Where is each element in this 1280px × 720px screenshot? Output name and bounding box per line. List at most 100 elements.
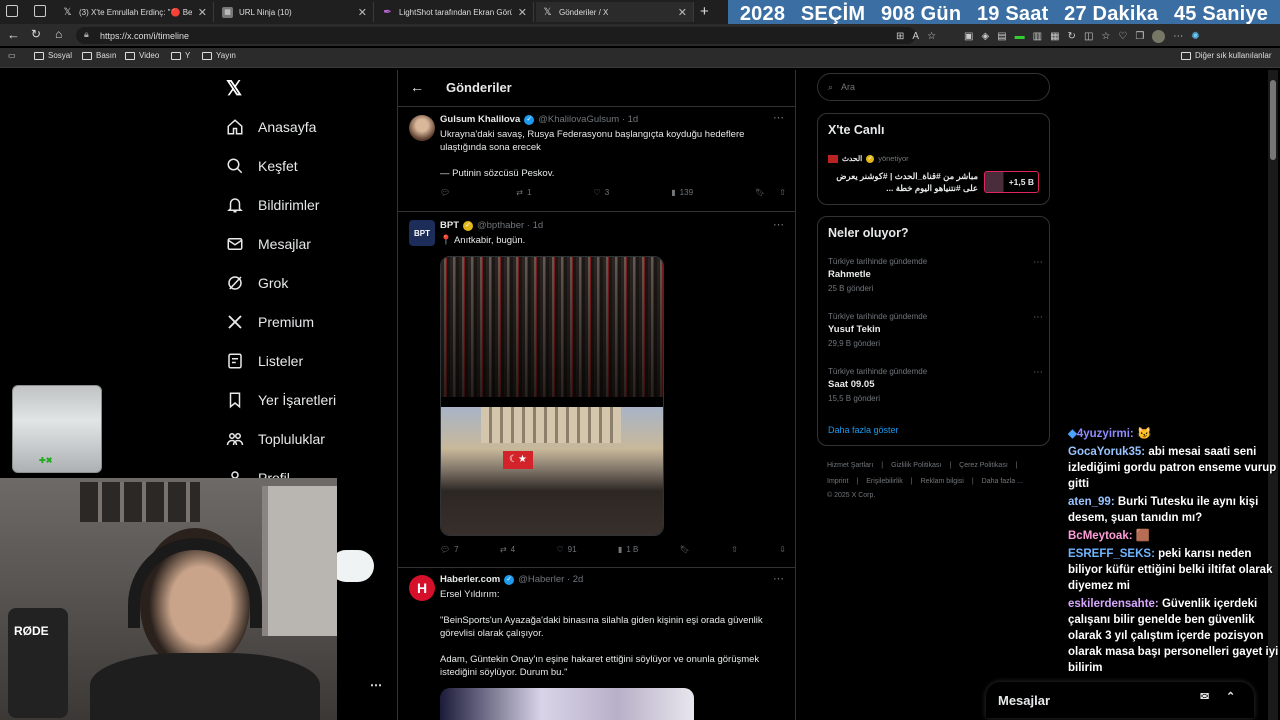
extension-icon[interactable]: ▣	[964, 31, 973, 42]
new-message-icon[interactable]: ✉	[1200, 690, 1209, 703]
close-icon[interactable]: ✕	[198, 6, 207, 19]
workspaces-icon[interactable]	[6, 5, 18, 17]
nav-explore[interactable]: Keşfet	[226, 155, 298, 177]
trend-item[interactable]: Türkiye tarihinde gündemde Yusuf Tekin 2…	[828, 312, 1043, 348]
nav-notifications[interactable]: Bildirimler	[226, 194, 319, 216]
trend-item[interactable]: Türkiye tarihinde gündemde Saat 09.05 15…	[828, 367, 1043, 403]
share-button[interactable]: ⇧	[731, 545, 738, 554]
more-icon[interactable]: ⋯	[1033, 367, 1043, 378]
nav-grok[interactable]: Grok	[226, 272, 288, 294]
copilot-icon[interactable]: ✺	[1191, 31, 1199, 42]
favorites-icon[interactable]: ☆	[1101, 31, 1110, 42]
tweet-photo[interactable]: ☾★	[440, 256, 664, 536]
performance-icon[interactable]: ♡	[1118, 31, 1127, 42]
retweet-button[interactable]: ⇄ 4	[500, 545, 515, 554]
nav-messages[interactable]: Mesajlar	[226, 233, 311, 255]
avatar[interactable]	[1152, 29, 1166, 43]
retweet-button[interactable]: ⇄ 1	[516, 188, 531, 197]
account-more-icon[interactable]: ⋯	[370, 678, 382, 692]
new-tab-button[interactable]: +	[700, 3, 709, 20]
extension-icon[interactable]: ▤	[997, 31, 1006, 42]
nav-home[interactable]: Anasayfa	[226, 116, 316, 138]
reply-button[interactable]: 💬︎	[440, 188, 454, 197]
lock-icon[interactable]: 🔒︎	[84, 29, 89, 40]
tweet-photo[interactable]	[440, 688, 694, 720]
home-icon[interactable]: ⌂	[55, 27, 62, 41]
bookmark-folder-video[interactable]: Video	[125, 51, 159, 60]
extension-icon[interactable]: ▦	[1050, 31, 1059, 42]
tab-1[interactable]: 𝕏 (3) X'te Emrullah Erdinç: "🔴 Beli ✕	[56, 2, 214, 22]
footer-link[interactable]: Reklam bilgisi	[921, 478, 964, 485]
nav-communities[interactable]: Topluluklar	[226, 428, 325, 450]
avatar[interactable]: H	[409, 575, 435, 601]
back-arrow-icon[interactable]: ←	[410, 79, 424, 95]
more-icon[interactable]: ⋯	[1173, 31, 1183, 42]
author-handle[interactable]: @Haberler · 2d	[518, 574, 583, 585]
download-button[interactable]: ⇩	[779, 545, 786, 554]
avatar[interactable]	[409, 115, 435, 141]
read-aloud-icon[interactable]: A	[912, 31, 919, 42]
split-screen-icon[interactable]: ◫	[1084, 31, 1093, 42]
bookmark-import-icon[interactable]: ▭	[8, 51, 16, 60]
author-name[interactable]: BPT	[440, 220, 459, 231]
show-more-link[interactable]: Daha fazla göster	[828, 425, 899, 435]
refresh-extension-icon[interactable]: ↻	[1068, 31, 1076, 42]
x-logo-icon[interactable]: 𝕏	[226, 76, 242, 101]
close-icon[interactable]: ✕	[358, 6, 367, 19]
author-name[interactable]: Gulsum Khalilova	[440, 114, 520, 125]
footer-link[interactable]: Çerez Politikası	[959, 462, 1008, 469]
footer-link[interactable]: Imprint	[827, 478, 848, 485]
bookmark-button[interactable]: 🔖︎	[680, 545, 690, 554]
tab-2[interactable]: ▦ URL Ninja (10) ✕	[216, 2, 374, 22]
trend-item[interactable]: Türkiye tarihinde gündemde Rahmetle 25 B…	[828, 257, 1043, 293]
footer-link[interactable]: Erişilebilirlik	[866, 478, 903, 485]
more-icon[interactable]: ⋯	[773, 111, 784, 124]
search-input[interactable]: ⌕ Ara	[817, 73, 1050, 101]
author-handle[interactable]: @KhalilovaGulsum · 1d	[538, 114, 638, 125]
tab-actions-icon[interactable]	[34, 5, 46, 17]
tweet[interactable]: Gulsum Khalilova ✓ @KhalilovaGulsum · 1d…	[398, 106, 795, 210]
bookmark-folder-sosyal[interactable]: Sosyal	[34, 51, 72, 60]
bookmark-folder-y[interactable]: Y	[171, 51, 190, 60]
like-button[interactable]: ♡ 91	[556, 545, 576, 554]
collections-icon[interactable]: ❐	[1135, 31, 1144, 42]
tab-4-active[interactable]: 𝕏 Gönderiler / X ✕	[536, 2, 694, 22]
author-name[interactable]: Haberler.com	[440, 574, 500, 585]
extension-icon[interactable]: ◈	[981, 31, 989, 42]
chevron-up-icon[interactable]: ⌃	[1226, 690, 1235, 703]
tab-3[interactable]: ✒ LightShot tarafından Ekran Görün ✕	[376, 2, 534, 22]
tweet[interactable]: BPT BPT ✓ @bpthaber · 1d ⋯ 📍 Anıtkabir, …	[398, 211, 795, 566]
nav-lists[interactable]: Listeler	[226, 350, 303, 372]
more-icon[interactable]: ⋯	[1033, 312, 1043, 323]
like-button[interactable]: ♡ 3	[594, 188, 610, 197]
share-icon[interactable]: ⇧	[779, 188, 786, 197]
views-button[interactable]: ▮ 139	[671, 188, 693, 197]
close-icon[interactable]: ✕	[678, 6, 687, 19]
nav-bookmarks[interactable]: Yer İşaretleri	[226, 389, 336, 411]
live-card[interactable]: X'te Canlı الحدث ✓ yönetiyor مباشر من #ق…	[817, 113, 1050, 205]
other-bookmarks[interactable]: Diğer sık kullanılanlar	[1181, 51, 1271, 60]
footer-link[interactable]: Gizlilik Politikası	[891, 462, 941, 469]
address-bar[interactable]: https://x.com/i/timeline	[76, 27, 916, 44]
scrollbar-thumb[interactable]	[1270, 80, 1276, 160]
footer-link[interactable]: Daha fazla ...	[982, 478, 1023, 485]
bookmark-folder-yayin[interactable]: Yayın	[202, 51, 236, 60]
close-icon[interactable]: ✕	[518, 6, 527, 19]
more-icon[interactable]: ⋯	[1033, 257, 1043, 268]
views-button[interactable]: ▮ 1 B	[618, 545, 638, 554]
messages-drawer[interactable]: Mesajlar ✉ ⌃	[986, 682, 1254, 718]
favorite-star-icon[interactable]: ☆	[927, 31, 936, 42]
app-icon[interactable]: ⊞	[896, 31, 904, 42]
more-icon[interactable]: ⋯	[773, 218, 784, 231]
live-count-badge[interactable]: +1,5 B	[984, 171, 1039, 193]
footer-link[interactable]: Hizmet Şartları	[827, 462, 873, 469]
reply-button[interactable]: 💬︎ 7	[440, 545, 459, 554]
refresh-icon[interactable]: ↻	[31, 27, 41, 41]
bookmark-icon[interactable]: 🔖︎	[755, 188, 765, 197]
nav-premium[interactable]: Premium	[226, 311, 314, 333]
extension-icon[interactable]: ▬	[1015, 31, 1025, 42]
avatar[interactable]: BPT	[409, 220, 435, 246]
bookmark-folder-basin[interactable]: Basın	[82, 51, 116, 60]
tweet[interactable]: H Haberler.com ✓ @Haberler · 2d ⋯ Ersel …	[398, 567, 795, 720]
back-icon[interactable]: ←	[7, 27, 20, 42]
